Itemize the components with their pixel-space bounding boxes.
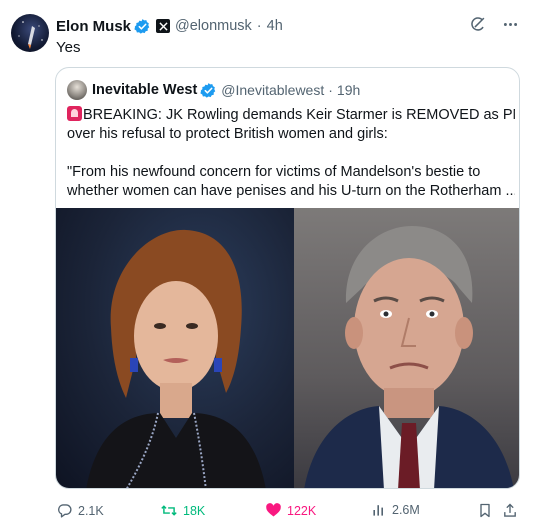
quote-blank-line [67, 144, 515, 163]
bookmark-icon [480, 503, 490, 518]
repost-button[interactable]: 18K [160, 502, 205, 519]
more-dots-icon[interactable] [502, 16, 519, 33]
quote-line-4: whether women can have penises and his U… [67, 183, 515, 199]
tweet-top-actions [469, 16, 519, 33]
tweet-text: Yes [56, 39, 81, 56]
x-logo-icon [156, 19, 171, 33]
media-image-right[interactable] [294, 208, 519, 488]
siren-emoji-icon [67, 106, 82, 121]
like-count: 122K [287, 503, 317, 518]
bookmark-button[interactable] [477, 502, 493, 519]
share-icon [504, 503, 516, 517]
grok-icon[interactable] [469, 16, 486, 33]
repost-count: 18K [183, 503, 206, 518]
quote-author-handle[interactable]: @Inevitablewest [221, 82, 324, 98]
views-count: 2.6M [392, 503, 420, 517]
reply-icon [58, 504, 72, 518]
tweet-time[interactable]: 4h [267, 18, 283, 34]
author-avatar[interactable] [11, 14, 49, 52]
tweet-header: Elon Musk @elonmusk · 4h [56, 16, 283, 36]
views-button[interactable]: 2.6M [371, 502, 420, 518]
heart-icon [266, 503, 281, 517]
quote-time[interactable]: 19h [337, 82, 360, 98]
share-button[interactable] [502, 502, 518, 519]
quote-author-name[interactable]: Inevitable West [92, 82, 197, 98]
tweet[interactable]: Elon Musk @elonmusk · 4h Yes Inevitable … [0, 0, 535, 523]
separator-dot: · [328, 82, 333, 98]
quote-text: BREAKING: JK Rowling demands Keir Starme… [67, 106, 515, 201]
separator-dot: · [256, 18, 262, 34]
like-button[interactable]: 122K [265, 502, 316, 519]
quote-media[interactable] [56, 208, 519, 488]
verified-badge-icon [134, 18, 150, 34]
reply-button[interactable]: 2.1K [56, 502, 104, 519]
quote-line-2: over his refusal to protect British wome… [67, 126, 388, 142]
author-name[interactable]: Elon Musk [56, 18, 131, 35]
author-handle[interactable]: @elonmusk [175, 18, 252, 34]
media-image-left[interactable] [56, 208, 294, 488]
reply-count: 2.1K [78, 503, 104, 518]
views-icon [373, 505, 383, 516]
quote-author-avatar[interactable] [67, 80, 87, 100]
quoted-tweet[interactable]: Inevitable West @Inevitablewest · 19h BR… [55, 67, 520, 489]
tweet-actions: 2.1K 18K 122K 2.6M [56, 502, 521, 520]
verified-badge-icon [200, 82, 216, 98]
quote-line-3: "From his newfound concern for victims o… [67, 164, 481, 180]
repost-icon [161, 505, 177, 516]
quote-line-1: BREAKING: JK Rowling demands Keir Starme… [83, 107, 515, 123]
quote-header: Inevitable West @Inevitablewest · 19h [67, 80, 360, 100]
